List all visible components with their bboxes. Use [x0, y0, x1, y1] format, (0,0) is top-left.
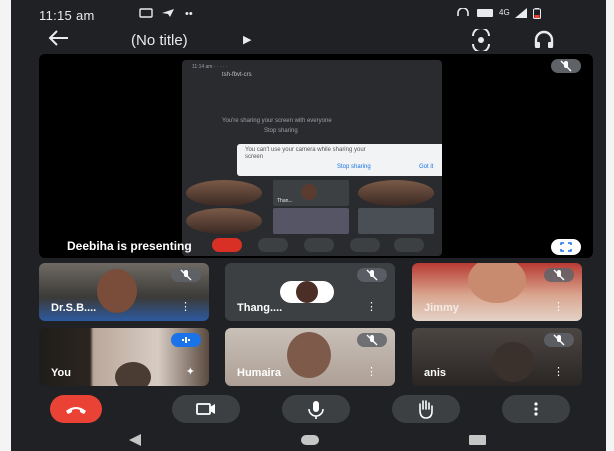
headset-audio-icon[interactable]	[533, 29, 557, 51]
shared-thumb	[358, 180, 434, 206]
shared-dialog-text: You can't use your camera while sharing …	[245, 147, 366, 160]
shared-control	[394, 238, 424, 252]
shared-thumb-name: Than...	[277, 198, 293, 204]
participant-tile[interactable]: Thang.... ⋮	[225, 263, 395, 321]
raise-hand-icon	[419, 400, 433, 419]
participant-name: You	[51, 367, 71, 379]
network-type: 4G	[499, 8, 510, 17]
shared-end-call	[212, 238, 242, 252]
end-call-icon	[66, 407, 86, 414]
screenshot-border-right	[606, 0, 614, 451]
more-options-icon[interactable]: ⋮	[366, 300, 377, 313]
shared-thumb: Than...	[273, 180, 349, 206]
mic-muted-icon	[357, 333, 387, 347]
shared-thumb	[358, 208, 434, 234]
caret-right-icon[interactable]: ▶	[243, 33, 251, 46]
presenting-label: Deebiha is presenting	[67, 239, 192, 253]
more-options-icon[interactable]: ⋮	[180, 300, 191, 313]
more-options-icon[interactable]: ⋮	[553, 365, 564, 378]
participant-tile[interactable]: Jimmy ⋮	[412, 263, 582, 321]
microphone-icon	[308, 401, 324, 419]
nav-recents-icon[interactable]	[469, 435, 486, 445]
mic-muted-icon	[171, 268, 201, 282]
fullscreen-button[interactable]	[551, 239, 581, 255]
more-options-icon[interactable]: ⋮	[553, 300, 564, 313]
shared-thumb	[186, 208, 262, 234]
participant-face	[287, 332, 331, 378]
more-vert-icon	[534, 402, 538, 416]
shared-dialog-ok: Got it	[419, 164, 434, 170]
participant-avatar	[296, 281, 318, 303]
participant-tile[interactable]: Humaira ⋮	[225, 328, 395, 386]
participant-face	[468, 263, 526, 303]
meeting-title[interactable]: (No title)	[131, 32, 188, 49]
nav-back-icon[interactable]	[129, 434, 141, 446]
shared-meeting-code: tsh-fbvt-crs	[222, 72, 252, 78]
participant-name: Humaira	[237, 367, 282, 379]
status-bar: 11:15 am •• 4G	[11, 0, 606, 26]
cast-icon	[139, 8, 153, 21]
data-icon	[477, 8, 493, 21]
android-nav-bar	[11, 428, 606, 451]
more-notifications-icon: ••	[185, 8, 193, 20]
participant-name: anis	[424, 367, 447, 379]
shared-thumb	[186, 180, 262, 206]
end-call-button[interactable]	[50, 395, 102, 423]
switch-camera-icon[interactable]	[469, 27, 493, 53]
status-time: 11:15 am	[39, 8, 95, 23]
participant-face	[97, 269, 137, 313]
microphone-button[interactable]	[282, 395, 350, 423]
back-arrow-icon[interactable]	[47, 29, 69, 51]
shared-status-bar: 11:14 am · · · · ·	[192, 64, 228, 70]
screenshot-border-left	[0, 0, 11, 451]
mic-muted-icon	[544, 268, 574, 282]
top-bar: (No title) ▶	[11, 26, 606, 54]
shared-stop-sharing-text: Stop sharing	[264, 128, 298, 134]
mic-muted-icon	[551, 59, 581, 73]
participant-tile[interactable]: Dr.S.B.... ⋮	[39, 263, 209, 321]
shared-control	[350, 238, 380, 252]
participant-name: Dr.S.B....	[51, 302, 97, 314]
nav-home-icon[interactable]	[301, 435, 319, 445]
shared-sharing-text: You're sharing your screen with everyone	[222, 118, 332, 124]
shared-thumb	[273, 208, 349, 234]
more-options-icon[interactable]: ⋮	[366, 365, 377, 378]
send-icon	[161, 8, 175, 21]
meet-call-screen: 11:15 am •• 4G (No title) ▶ 11:14 am · ·…	[11, 0, 606, 451]
participant-tile[interactable]: You ✦	[39, 328, 209, 386]
mic-muted-icon	[357, 268, 387, 282]
participant-face	[492, 342, 534, 382]
signal-icon	[515, 8, 527, 21]
battery-low-icon	[533, 8, 541, 22]
participant-name: Thang....	[237, 302, 283, 314]
mic-muted-icon	[544, 333, 574, 347]
effects-icon[interactable]: ✦	[186, 365, 195, 378]
participant-tile[interactable]: anis ⋮	[412, 328, 582, 386]
more-options-button[interactable]	[502, 395, 570, 423]
participant-face	[115, 362, 151, 386]
shared-thumb-face	[301, 184, 317, 200]
shared-screen: 11:14 am · · · · · tsh-fbvt-crs You're s…	[182, 60, 442, 256]
camera-icon	[196, 403, 215, 415]
shared-dialog: You can't use your camera while sharing …	[237, 144, 442, 176]
shared-control	[304, 238, 334, 252]
shared-dialog-stop: Stop sharing	[337, 164, 371, 170]
camera-button[interactable]	[172, 395, 240, 423]
presentation-tile[interactable]: 11:14 am · · · · · tsh-fbvt-crs You're s…	[39, 54, 593, 258]
participant-name: Jimmy	[424, 302, 459, 314]
raise-hand-button[interactable]	[392, 395, 460, 423]
speaking-indicator-icon	[171, 333, 201, 347]
shared-control	[258, 238, 288, 252]
headset-status-icon	[457, 7, 469, 21]
